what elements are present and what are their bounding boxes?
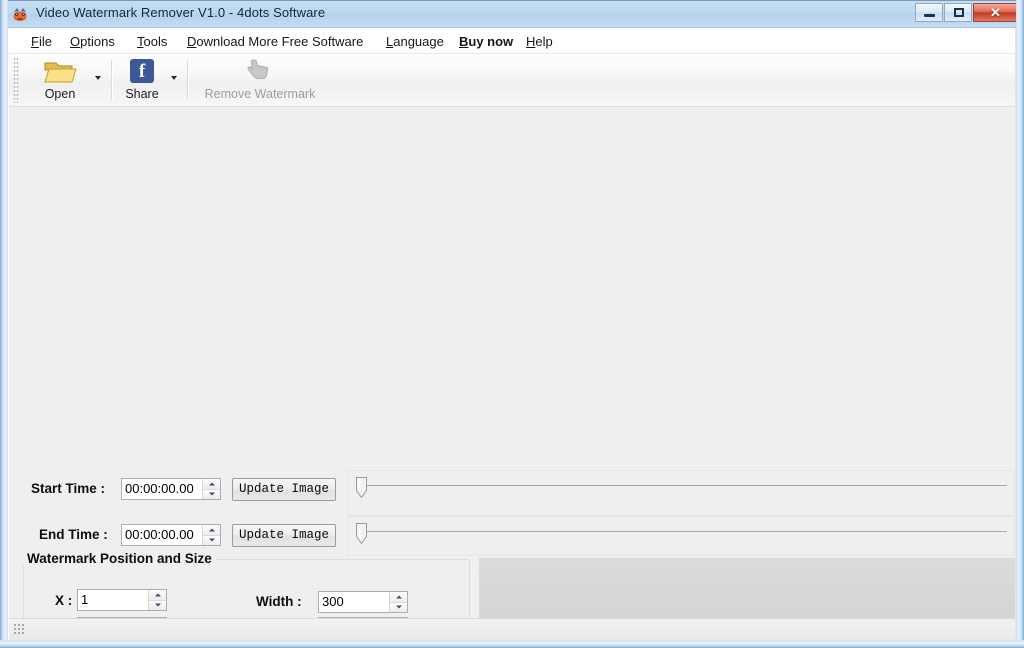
end-update-image-button[interactable]: Update Image [232,524,336,547]
end-time-spin-down[interactable] [203,535,220,546]
menu-item-options[interactable]: Options [66,33,119,50]
open-button[interactable]: Open [33,56,87,104]
cursor-arrow-icon [245,57,275,90]
start-time-spin-down[interactable] [203,489,220,500]
menu-item-language[interactable]: Language [382,33,448,50]
toolbar: Open f Share [9,54,1015,107]
remove-watermark-icon-wrap [195,56,325,86]
end-slider-thumb[interactable] [356,523,367,544]
menu-bar: File Options Tools Download More Free So… [9,28,1015,54]
status-bar [9,618,1015,640]
start-time-input[interactable]: 00:00:00.00 [121,478,221,500]
video-preview-area[interactable] [9,107,1015,462]
menu-item-buy-now[interactable]: Buy now [455,33,517,50]
facebook-icon: f [130,59,154,83]
start-time-value: 00:00:00.00 [122,479,202,499]
end-time-spin-up[interactable] [203,525,220,535]
application-window: Video Watermark Remover V1.0 - 4dots Sof… [0,0,1024,648]
share-label: Share [119,87,165,101]
close-icon: ✕ [974,4,1017,21]
start-time-spin-up[interactable] [203,479,220,489]
menu-item-file[interactable]: File [27,33,56,50]
start-update-image-button[interactable]: Update Image [232,478,336,501]
x-input[interactable]: 1 [77,589,167,611]
chevron-down-icon [95,76,101,80]
maximize-icon [954,8,964,17]
minimize-button[interactable] [915,3,943,22]
time-controls-panel: Start Time : 00:00:00.00 Update Image En… [9,462,1015,558]
end-time-slider[interactable] [347,516,1014,556]
toolbar-separator-2 [187,60,189,100]
width-value: 300 [319,592,389,612]
start-time-spinner[interactable] [202,479,220,499]
x-label: X : [55,593,72,608]
start-slider-track[interactable] [361,485,1007,486]
start-slider-thumb[interactable] [356,477,367,498]
x-spin-down[interactable] [149,600,166,611]
width-spin-up[interactable] [390,592,407,602]
toolbar-grip[interactable] [13,57,19,103]
share-button[interactable]: f Share [119,56,165,104]
width-input[interactable]: 300 [318,591,408,613]
remove-watermark-button[interactable]: Remove Watermark [195,56,325,104]
window-border-left [0,0,8,648]
share-icon-wrap: f [119,56,165,86]
width-spinner[interactable] [389,592,407,612]
width-spin-down[interactable] [390,602,407,613]
toolbar-separator-1 [111,60,113,100]
client-area: File Options Tools Download More Free So… [8,28,1016,640]
start-time-slider[interactable] [347,470,1014,516]
window-border-bottom [0,640,1024,648]
x-spin-up[interactable] [149,590,166,600]
status-grip-icon[interactable] [13,623,26,636]
maximize-button[interactable] [944,3,972,22]
folder-open-icon [43,58,77,91]
menu-item-tools[interactable]: Tools [133,33,171,50]
minimize-icon [924,14,935,17]
end-time-input[interactable]: 00:00:00.00 [121,524,221,546]
caption-buttons: ✕ [915,3,1018,22]
end-time-spinner[interactable] [202,525,220,545]
open-dropdown-button[interactable] [93,71,104,87]
close-button[interactable]: ✕ [973,3,1018,22]
share-dropdown-button[interactable] [169,71,180,87]
width-label: Width : [256,594,302,609]
end-time-value: 00:00:00.00 [122,525,202,545]
x-value: 1 [78,590,148,610]
open-icon-wrap [33,56,87,86]
start-time-row: Start Time : 00:00:00.00 Update Image [9,476,349,516]
start-time-label: Start Time : [31,481,105,496]
window-title: Video Watermark Remover V1.0 - 4dots Sof… [36,5,325,20]
x-spinner[interactable] [148,590,166,610]
watermark-group-title: Watermark Position and Size [23,551,216,566]
end-slider-track[interactable] [361,531,1007,532]
window-border-right [1016,0,1024,648]
title-bar[interactable]: Video Watermark Remover V1.0 - 4dots Sof… [0,0,1024,28]
menu-item-download-more-free-software[interactable]: Download More Free Software [183,33,367,50]
end-time-label: End Time : [39,527,108,542]
app-icon[interactable] [12,6,28,22]
chevron-down-icon [171,76,177,80]
menu-item-help[interactable]: Help [522,33,557,50]
